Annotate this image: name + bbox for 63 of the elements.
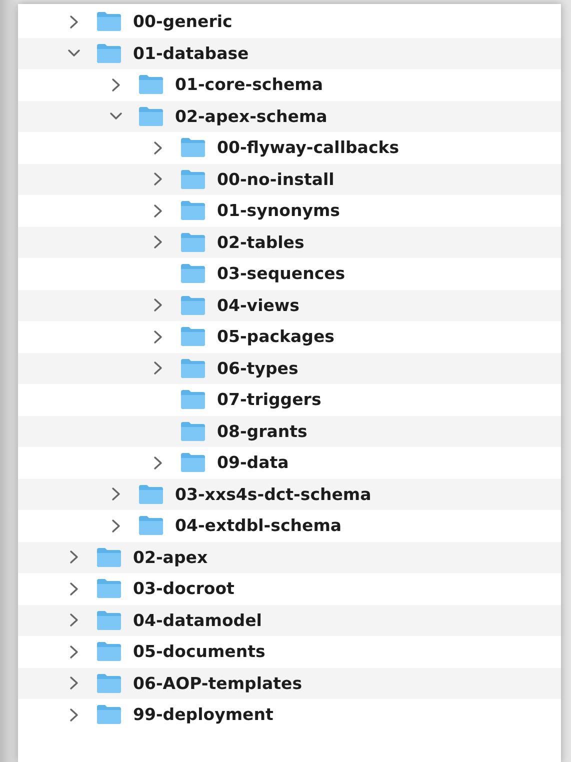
folder-icon xyxy=(180,232,206,253)
folder-icon xyxy=(96,672,122,694)
folder-icon xyxy=(180,294,206,316)
folder-icon xyxy=(96,546,122,568)
folder-icon xyxy=(180,452,206,474)
folder-name[interactable]: 06-types xyxy=(217,358,298,378)
folder-icon xyxy=(180,389,206,410)
folder-icon xyxy=(180,358,206,379)
chevron-right-icon[interactable] xyxy=(68,676,80,690)
folder-name[interactable]: 01-database xyxy=(133,44,249,63)
folder-name[interactable]: 05-documents xyxy=(133,642,266,662)
folder-icon xyxy=(96,610,122,631)
chevron-right-icon[interactable] xyxy=(152,140,164,155)
folder-name[interactable]: 02-apex-schema xyxy=(175,106,328,126)
chevron-right-icon[interactable] xyxy=(152,172,164,186)
chevron-right-icon[interactable] xyxy=(110,78,122,92)
folder-icon xyxy=(180,263,206,284)
chevron-right-icon[interactable] xyxy=(152,204,164,218)
folder-name[interactable]: 99-deployment xyxy=(133,705,274,724)
folder-icon xyxy=(96,704,122,726)
folder-name[interactable]: 06-AOP-templates xyxy=(133,674,302,693)
folder-icon xyxy=(138,74,164,96)
chevron-right-icon[interactable] xyxy=(68,708,80,722)
chevron-right-icon[interactable] xyxy=(152,361,164,376)
chevron-right-icon[interactable] xyxy=(68,550,80,564)
folder-name[interactable]: 05-packages xyxy=(217,327,334,346)
chevron-right-icon[interactable] xyxy=(152,235,164,250)
folder-icon xyxy=(180,137,206,158)
chevron-right-icon[interactable] xyxy=(152,298,164,312)
folder-name[interactable]: 00-generic xyxy=(133,12,232,32)
folder-icon xyxy=(180,420,206,442)
chevron-right-icon[interactable] xyxy=(68,613,80,628)
folder-icon xyxy=(96,11,122,32)
chevron-right-icon[interactable] xyxy=(68,582,80,596)
folder-name[interactable]: 00-no-install xyxy=(217,170,334,189)
folder-icon xyxy=(96,42,122,64)
folder-name[interactable]: 09-data xyxy=(217,453,289,472)
chevron-right-icon[interactable] xyxy=(152,456,164,470)
folder-name[interactable]: 03-sequences xyxy=(217,264,346,284)
folder-name[interactable]: 02-apex xyxy=(133,548,208,567)
folder-name[interactable]: 01-synonyms xyxy=(217,201,340,220)
folder-name[interactable]: 04-datamodel xyxy=(133,610,262,630)
folder-name[interactable]: 07-triggers xyxy=(217,390,322,410)
chevron-right-icon[interactable] xyxy=(68,644,80,659)
folder-name[interactable]: 08-grants xyxy=(217,422,308,441)
folder-name[interactable]: 04-extdbl-schema xyxy=(175,516,342,536)
folder-icon xyxy=(138,106,164,127)
folder-icon xyxy=(96,641,122,662)
folder-icon xyxy=(96,578,122,600)
folder-icon xyxy=(138,484,164,505)
folder-icon xyxy=(180,168,206,190)
folder-name[interactable]: 04-views xyxy=(217,296,300,315)
chevron-right-icon[interactable] xyxy=(68,14,80,29)
folder-name[interactable]: 03-docroot xyxy=(133,579,234,598)
chevron-right-icon[interactable] xyxy=(110,518,122,533)
folder-name[interactable]: 00-flyway-callbacks xyxy=(217,138,400,158)
chevron-right-icon[interactable] xyxy=(152,330,164,344)
folder-icon xyxy=(180,200,206,222)
folder-name[interactable]: 01-core-schema xyxy=(175,75,323,94)
chevron-right-icon[interactable] xyxy=(110,487,122,502)
folder-icon xyxy=(180,326,206,348)
folder-name[interactable]: 02-tables xyxy=(217,232,304,252)
folder-icon xyxy=(138,515,164,536)
